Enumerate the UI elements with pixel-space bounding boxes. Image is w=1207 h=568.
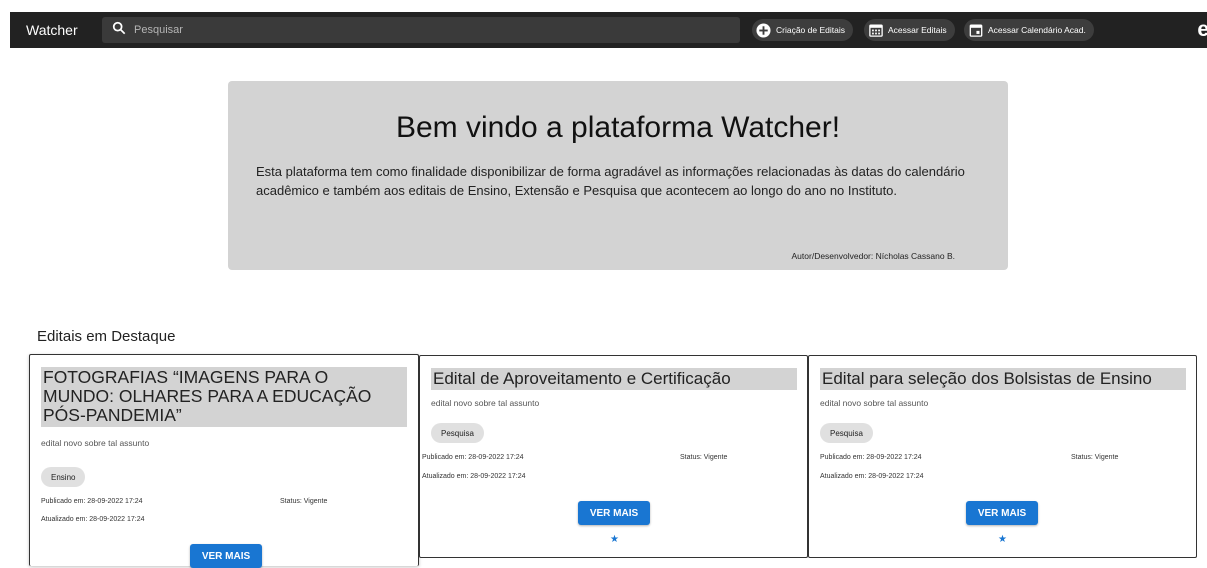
edital-tag-chip[interactable]: Ensino bbox=[41, 467, 86, 487]
edital-tag-chip[interactable]: Pesquisa bbox=[431, 423, 484, 443]
edital-card-subtitle: edital novo sobre tal assunto bbox=[41, 438, 150, 448]
top-navbar: Watcher Criação de Editais Acessar Edita… bbox=[10, 12, 1207, 48]
edital-card-title: Edital de Aproveitamento e Certificação bbox=[431, 368, 797, 390]
edital-updated-date: Atualizado em: 28-09-2022 17:24 bbox=[41, 516, 145, 523]
edital-status: Status: Vigente bbox=[1071, 454, 1119, 461]
brand-logo[interactable]: Watcher bbox=[26, 22, 98, 38]
ver-mais-button[interactable]: VER MAIS bbox=[190, 544, 262, 568]
author-credit: Autor/Desenvolvedor: Nícholas Cassano B. bbox=[791, 251, 955, 261]
search-icon bbox=[112, 21, 126, 40]
featured-section-title: Editais em Destaque bbox=[37, 328, 176, 345]
ver-mais-button[interactable]: VER MAIS bbox=[966, 501, 1038, 525]
user-menu-icon[interactable]: e bbox=[1197, 18, 1207, 42]
access-calendar-button[interactable]: Acessar Calendário Acad. bbox=[964, 19, 1094, 41]
edital-updated-date: Atualizado em: 28-09-2022 17:24 bbox=[820, 473, 924, 480]
add-circle-icon bbox=[756, 22, 771, 38]
access-calendar-label: Acessar Calendário Acad. bbox=[988, 25, 1086, 35]
edital-published-date: Publicado em: 28-09-2022 17:24 bbox=[41, 498, 143, 505]
star-icon[interactable]: ★ bbox=[610, 534, 619, 545]
edital-published-date: Publicado em: 28-09-2022 17:24 bbox=[422, 454, 524, 461]
access-editais-button[interactable]: Acessar Editais bbox=[864, 19, 955, 41]
create-edital-button[interactable]: Criação de Editais bbox=[752, 19, 853, 41]
welcome-description: Esta plataforma tem como finalidade disp… bbox=[256, 164, 965, 198]
edital-card-title: Edital para seleção dos Bolsistas de Ens… bbox=[820, 368, 1186, 390]
calendar-grid-icon bbox=[868, 23, 883, 38]
edital-card: Edital de Aproveitamento e Certificação … bbox=[419, 355, 808, 558]
welcome-title: Bem vindo a plataforma Watcher! bbox=[395, 111, 841, 144]
edital-status: Status: Vigente bbox=[680, 454, 728, 461]
edital-published-date: Publicado em: 28-09-2022 17:24 bbox=[820, 454, 922, 461]
edital-status: Status: Vigente bbox=[280, 498, 328, 505]
search-input[interactable] bbox=[134, 24, 714, 36]
edital-card: FOTOGRAFIAS “IMAGENS PARA O MUNDO: OLHAR… bbox=[29, 354, 419, 568]
edital-card-title: FOTOGRAFIAS “IMAGENS PARA O MUNDO: OLHAR… bbox=[41, 367, 407, 427]
access-editais-label: Acessar Editais bbox=[888, 25, 947, 35]
edital-card: Edital para seleção dos Bolsistas de Ens… bbox=[808, 355, 1197, 558]
calendar-event-icon bbox=[968, 23, 983, 38]
welcome-panel: Bem vindo a plataforma Watcher! Esta pla… bbox=[228, 81, 1008, 270]
star-icon[interactable]: ★ bbox=[998, 534, 1007, 545]
edital-card-subtitle: edital novo sobre tal assunto bbox=[820, 398, 929, 408]
edital-card-subtitle: edital novo sobre tal assunto bbox=[431, 398, 540, 408]
edital-updated-date: Atualizado em: 28-09-2022 17:24 bbox=[422, 473, 526, 480]
edital-tag-chip[interactable]: Pesquisa bbox=[820, 423, 873, 443]
search-bar[interactable] bbox=[102, 17, 740, 43]
ver-mais-button[interactable]: VER MAIS bbox=[578, 501, 650, 525]
create-edital-label: Criação de Editais bbox=[776, 25, 845, 35]
